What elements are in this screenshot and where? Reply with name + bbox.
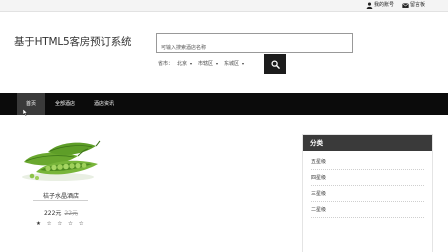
city-select[interactable]: 北京 [177,60,193,67]
message-board-label: 留言板 [410,2,426,8]
province-label: 省市： [158,61,174,67]
chevron-down-icon [242,62,245,65]
category-four-star[interactable]: 四星级 [311,170,424,186]
search-input[interactable] [157,39,352,57]
category-three-star[interactable]: 三星级 [311,186,424,202]
search-icon [270,59,280,69]
envelope-icon [402,3,409,8]
top-bar: 我的账号 留言板 [0,0,448,12]
star-rating: ★ ☆ ☆ ☆ ☆ [36,221,86,227]
city-select-value: 北京 [177,61,188,67]
district-group-value: 市辖区 [198,61,214,67]
category-panel: 分类 五星级 四星级 三星级 二星级 [302,134,433,252]
hotel-image[interactable] [18,132,102,184]
user-icon [366,2,373,9]
nav-item-home[interactable]: 首页 [17,93,45,115]
my-account-label: 我的账号 [374,2,395,8]
search-box[interactable] [156,33,353,57]
main-nav: 首页 全部酒店 酒店资讯 [0,93,448,115]
category-five-star[interactable]: 五星级 [311,154,424,170]
price-row: 222元 22元 [20,208,102,217]
hotel-name[interactable]: 桔子水晶酒店 [20,191,102,200]
my-account-link[interactable]: 我的账号 [366,2,394,9]
chevron-down-icon [190,62,193,65]
site-title[interactable]: 基于HTML5客房预订系统 [14,34,132,49]
divider [33,200,88,201]
district-select[interactable]: 东城区 [224,60,245,67]
search-button[interactable] [264,54,286,74]
district-group-select[interactable]: 市辖区 [198,60,219,67]
hotel-price: 222元 [43,210,62,217]
category-list: 五星级 四星级 三星级 二星级 [303,151,432,218]
chevron-down-icon [216,62,219,65]
category-title: 分类 [303,135,432,151]
message-board-link[interactable]: 留言板 [402,2,425,9]
nav-item-all-hotels[interactable]: 全部酒店 [50,93,80,115]
category-two-star[interactable]: 二星级 [311,202,424,218]
location-filters: 省市： 北京 市辖区 东城区 [158,59,250,68]
nav-item-hotel-news[interactable]: 酒店资讯 [88,93,120,115]
hotel-original-price: 22元 [64,210,79,217]
mouse-cursor-icon [23,109,28,116]
district-select-value: 东城区 [224,61,240,67]
